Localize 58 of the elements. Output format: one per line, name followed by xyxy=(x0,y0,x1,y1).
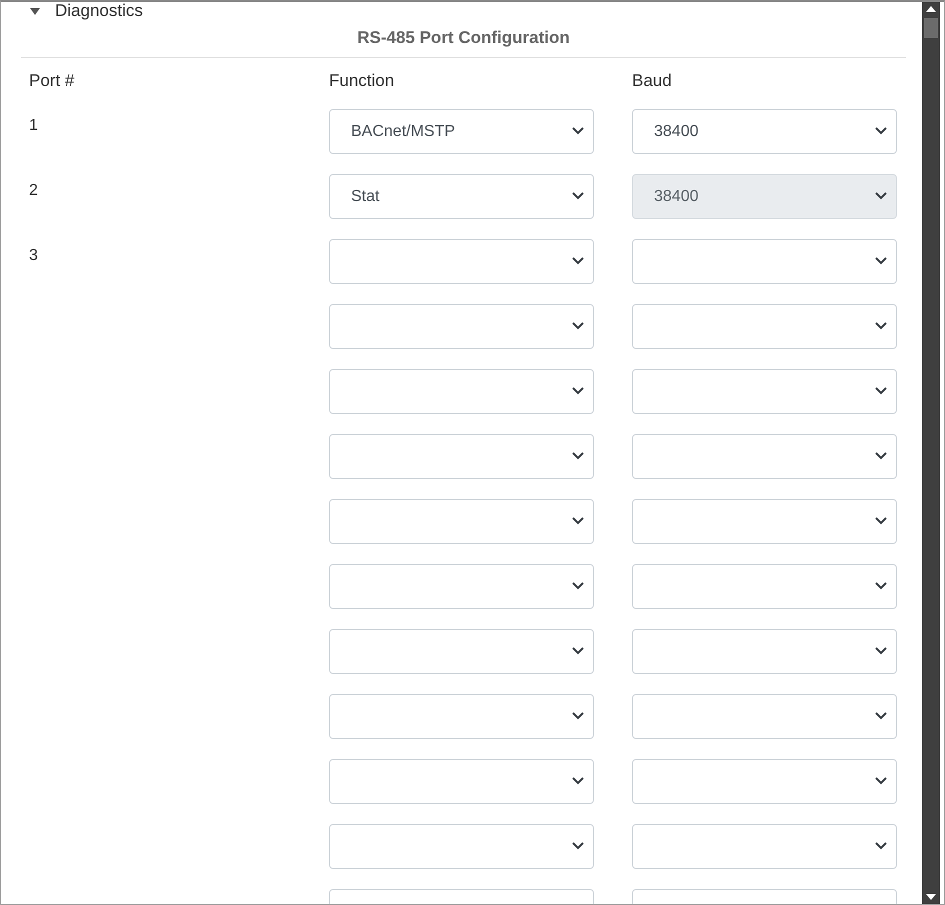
column-header: Baud xyxy=(632,70,673,92)
function-select[interactable] xyxy=(329,304,594,349)
port-number: 1 xyxy=(29,116,39,136)
chevron-down-icon xyxy=(572,321,584,331)
chevron-down-icon xyxy=(572,711,584,721)
chevron-down-icon xyxy=(572,451,584,461)
function-select[interactable]: Stat xyxy=(329,174,594,219)
baud-select[interactable] xyxy=(632,564,897,609)
port-number: 2 xyxy=(29,181,39,201)
column-header: Function xyxy=(329,70,396,92)
chevron-down-icon xyxy=(572,256,584,266)
baud-select[interactable] xyxy=(632,239,897,284)
chevron-down-icon xyxy=(875,581,887,591)
chevron-down-icon xyxy=(875,256,887,266)
baud-select[interactable] xyxy=(632,369,897,414)
chevron-down-icon xyxy=(875,386,887,396)
function-select[interactable] xyxy=(329,434,594,479)
baud-select[interactable] xyxy=(632,824,897,869)
chevron-down-icon xyxy=(875,126,887,136)
chevron-down-icon xyxy=(875,451,887,461)
function-select[interactable] xyxy=(329,694,594,739)
function-select[interactable]: BACnet/MSTP xyxy=(329,109,594,154)
chevron-down-icon xyxy=(875,776,887,786)
chevron-down-icon xyxy=(572,841,584,851)
function-select[interactable] xyxy=(329,239,594,284)
chevron-down-icon xyxy=(572,191,584,201)
chevron-down-icon xyxy=(572,386,584,396)
chevron-down-icon xyxy=(875,321,887,331)
scroll-up-icon[interactable] xyxy=(926,6,936,12)
chevron-down-icon xyxy=(875,516,887,526)
chevron-down-icon xyxy=(875,711,887,721)
chevron-down-icon xyxy=(875,646,887,656)
chevron-down-icon xyxy=(572,126,584,136)
scroll-thumb[interactable] xyxy=(924,18,938,38)
chevron-down-icon xyxy=(572,776,584,786)
baud-select[interactable] xyxy=(632,434,897,479)
function-select[interactable] xyxy=(329,564,594,609)
baud-select[interactable] xyxy=(632,694,897,739)
chevron-down-icon xyxy=(572,516,584,526)
chevron-down-icon xyxy=(572,646,584,656)
baud-select[interactable]: 38400 xyxy=(632,109,897,154)
column-header: Port # xyxy=(29,70,76,92)
chevron-down-icon xyxy=(875,191,887,201)
function-select[interactable] xyxy=(329,499,594,544)
function-select[interactable] xyxy=(329,824,594,869)
function-select[interactable] xyxy=(329,369,594,414)
baud-select[interactable] xyxy=(632,499,897,544)
section-title: RS-485 Port Configuration xyxy=(21,28,906,58)
chevron-down-icon xyxy=(572,581,584,591)
baud-select[interactable] xyxy=(632,759,897,804)
scroll-down-icon[interactable] xyxy=(926,894,936,900)
section-label[interactable]: Diagnostics xyxy=(55,2,143,21)
port-number: 3 xyxy=(29,246,39,266)
function-select[interactable] xyxy=(329,629,594,674)
baud-select[interactable] xyxy=(632,629,897,674)
baud-select[interactable] xyxy=(632,304,897,349)
chevron-down-icon xyxy=(875,841,887,851)
function-select[interactable] xyxy=(329,759,594,804)
